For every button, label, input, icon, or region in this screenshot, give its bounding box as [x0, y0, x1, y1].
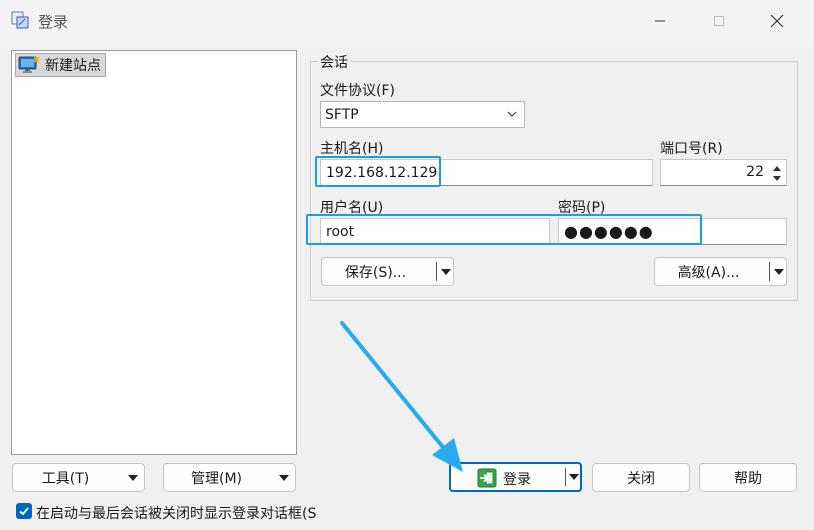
app-icon [11, 11, 29, 29]
show-login-checkbox[interactable] [16, 503, 32, 519]
host-label: 主机名(H) [320, 141, 384, 157]
tools-button-label: 工具(T) [41, 470, 90, 487]
credentials-highlight-box [306, 214, 702, 245]
caret-down-icon [774, 268, 784, 275]
advanced-dropdown-arrow[interactable] [771, 258, 787, 285]
save-button-label: 保存(S)... [344, 264, 407, 281]
help-button-label: 帮助 [734, 470, 762, 487]
window-title: 登录 [38, 13, 69, 31]
save-dropdown-arrow[interactable] [438, 258, 454, 285]
protocol-select[interactable]: SFTP [320, 101, 525, 128]
tree-item-label: 新建站点 [45, 58, 101, 74]
login-icon [477, 468, 497, 488]
tools-dropdown-arrow[interactable] [125, 464, 141, 491]
login-dropdown-arrow[interactable] [566, 464, 582, 490]
close-icon [770, 14, 784, 28]
help-button[interactable]: 帮助 [699, 463, 797, 492]
host-highlight-box [315, 156, 441, 187]
advanced-button-label: 高级(A)... [677, 264, 740, 281]
port-down-arrow-icon[interactable] [770, 173, 784, 184]
advanced-split-divider [769, 262, 770, 281]
port-up-arrow-icon[interactable] [770, 162, 784, 173]
save-button[interactable]: 保存(S)... [321, 257, 454, 286]
protocol-label: 文件协议(F) [320, 83, 395, 99]
tools-button[interactable]: 工具(T) [12, 463, 145, 492]
minimize-icon [655, 20, 665, 22]
maximize-button [694, 0, 744, 42]
monitor-new-site-icon [18, 56, 40, 73]
manage-button-label: 管理(M) [190, 470, 242, 487]
checkmark-icon [19, 507, 29, 516]
manage-dropdown-arrow[interactable] [276, 464, 292, 491]
advanced-button[interactable]: 高级(A)... [654, 257, 787, 286]
port-value: 22 [746, 164, 764, 180]
login-button-label: 登录 [503, 472, 531, 488]
tree-item-new-site[interactable]: 新建站点 [15, 53, 106, 77]
title-bar [0, 0, 814, 42]
show-login-checkbox-label: 在启动与最后会话被关闭时显示登录对话框(S [36, 506, 317, 522]
site-tree[interactable]: 新建站点 [11, 50, 297, 455]
save-split-divider [436, 262, 437, 281]
caret-down-icon [569, 474, 579, 480]
login-button[interactable]: 登录 [449, 462, 582, 492]
port-label: 端口号(R) [660, 141, 723, 157]
manage-button[interactable]: 管理(M) [163, 463, 296, 492]
caret-down-icon [128, 474, 138, 481]
chevron-down-icon [507, 111, 517, 117]
protocol-value: SFTP [325, 106, 359, 123]
close-button[interactable]: 关闭 [592, 463, 690, 492]
minimize-button[interactable] [635, 0, 685, 42]
session-group-label: 会话 [318, 52, 350, 72]
port-spinner[interactable]: 22 [660, 159, 787, 186]
caret-down-icon [279, 474, 289, 481]
close-window-button[interactable] [752, 0, 802, 42]
caret-down-icon [441, 268, 451, 275]
close-button-label: 关闭 [627, 470, 655, 487]
maximize-icon [714, 16, 724, 26]
